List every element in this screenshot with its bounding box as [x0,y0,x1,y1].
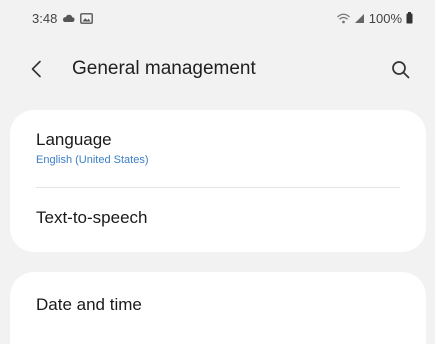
date-and-time-setting-item[interactable]: Date and time [10,272,426,344]
battery-percentage: 100% [368,10,402,26]
image-icon [80,12,94,24]
status-bar-left: 3:48 [32,10,94,26]
wifi-icon [336,13,350,24]
search-icon [391,60,409,78]
status-bar: 3:48 100% [0,0,435,36]
app-bar: General management [0,46,435,92]
back-button[interactable] [30,54,56,84]
language-value: English (United States) [36,154,149,166]
chevron-left-icon [31,60,41,78]
search-button[interactable] [387,54,413,84]
cloud-icon [62,14,75,23]
text-to-speech-title: Text-to-speech [36,208,148,227]
settings-card-language-speech: Language English (United States) Text-to… [10,110,426,252]
battery-icon [406,12,413,24]
date-and-time-title: Date and time [36,295,142,314]
language-setting-item[interactable]: Language English (United States) [10,110,426,186]
signal-icon [354,13,365,24]
language-title: Language [36,130,112,149]
settings-card-date-time: Date and time [10,272,426,344]
status-time: 3:48 [32,10,58,26]
page-title: General management [72,58,256,79]
status-bar-right: 100% [336,10,413,26]
text-to-speech-setting-item[interactable]: Text-to-speech [10,188,426,252]
